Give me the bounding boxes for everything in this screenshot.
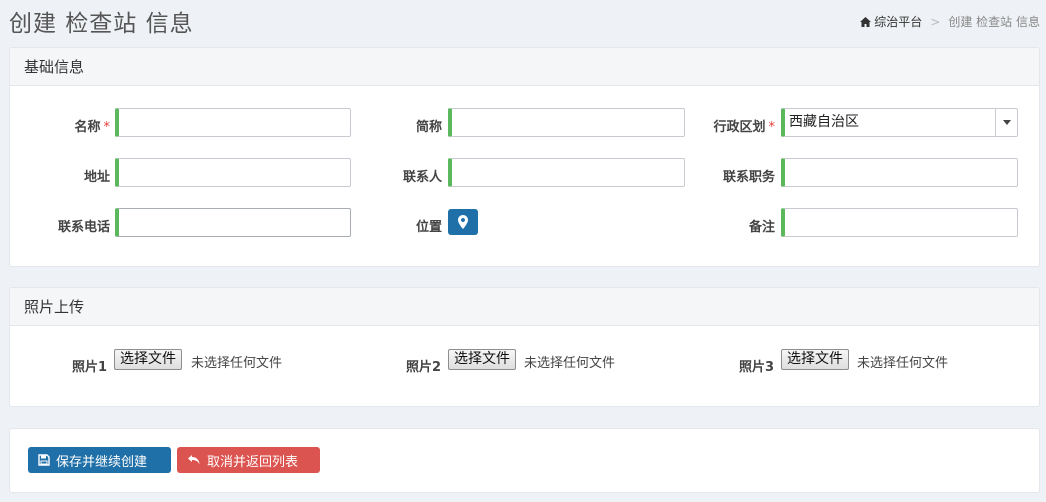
location-button[interactable] (448, 209, 478, 235)
basic-info-title: 基础信息 (10, 48, 1039, 86)
photo-1-label: 照片1 (71, 360, 107, 375)
cancel-return-label: 取消并返回列表 (207, 454, 299, 470)
address-label: 地址 (83, 170, 110, 185)
contact-title-label: 联系职务 (722, 170, 775, 185)
address-field[interactable] (115, 158, 351, 187)
region-label: 行政区划 * (713, 120, 776, 135)
region-select[interactable]: 西藏自治区 (781, 108, 1018, 137)
breadcrumb-home[interactable]: 综治平台 (860, 13, 922, 30)
breadcrumb: 综治平台 > 创建 检查站 信息 (860, 13, 1040, 30)
name-field[interactable] (115, 108, 351, 137)
region-select-value: 西藏自治区 (789, 114, 859, 130)
map-marker-icon (458, 215, 468, 229)
actions-panel: 保存并继续创建 取消并返回列表 (9, 428, 1040, 493)
photo-2-status: 未选择任何文件 (524, 356, 616, 371)
basic-info-panel: 基础信息 名称 * 简称 行政区划 * 西藏自治区 地址 联系人 联系职务 联系电话… (9, 47, 1040, 267)
cancel-return-button[interactable]: 取消并返回列表 (177, 447, 320, 473)
save-continue-button[interactable]: 保存并继续创建 (28, 447, 171, 473)
page-title: 创建 检查站 信息 (9, 11, 194, 37)
photo-upload-panel: 照片上传 照片1 选择文件 未选择任何文件 照片2 选择文件 未选择任何文件 照… (9, 287, 1040, 407)
photo-3-choose-file-button[interactable]: 选择文件 (781, 349, 849, 370)
short-name-field[interactable] (448, 108, 685, 137)
short-name-label: 简称 (415, 120, 442, 135)
chevron-down-icon[interactable] (995, 109, 1017, 136)
required-mark: * (768, 120, 776, 135)
photo-1-choose-file-button[interactable]: 选择文件 (114, 349, 182, 370)
photo-upload-title: 照片上传 (10, 288, 1039, 326)
contact-title-field[interactable] (781, 158, 1018, 187)
remark-field[interactable] (781, 208, 1018, 237)
photo-2-label: 照片2 (405, 360, 441, 375)
location-label: 位置 (415, 220, 442, 235)
breadcrumb-separator: > (930, 14, 941, 29)
required-mark: * (103, 120, 111, 135)
photo-3-status: 未选择任何文件 (857, 356, 949, 371)
undo-icon (188, 455, 200, 465)
home-icon (860, 16, 872, 27)
remark-label: 备注 (748, 220, 775, 235)
photo-3-label: 照片3 (738, 360, 774, 375)
breadcrumb-home-label: 综治平台 (874, 15, 923, 29)
breadcrumb-current: 创建 检查站 信息 (948, 15, 1040, 29)
photo-1-status: 未选择任何文件 (191, 356, 283, 371)
phone-label: 联系电话 (57, 220, 110, 235)
contact-label: 联系人 (402, 170, 442, 185)
photo-2-choose-file-button[interactable]: 选择文件 (448, 349, 516, 370)
phone-field[interactable] (115, 208, 351, 237)
contact-field[interactable] (448, 158, 685, 187)
save-icon (38, 454, 50, 466)
name-label: 名称 * (74, 120, 111, 135)
save-continue-label: 保存并继续创建 (56, 454, 148, 470)
